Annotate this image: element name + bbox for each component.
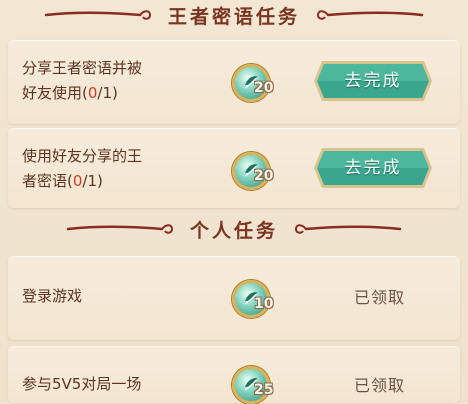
task-description: 使用好友分享的王 者密语(0/1) (22, 144, 142, 194)
progress-count: 0 (72, 172, 83, 190)
task-card: 分享王者密语并被 好友使用(0/1) 20 去完成 (8, 40, 460, 124)
go-complete-button[interactable]: 去完成 (312, 146, 434, 190)
task-label: 参与5V5对局一场 (22, 375, 142, 393)
reward-amount: 25 (254, 382, 274, 398)
task-line: 好友使用(0/1) (22, 84, 118, 102)
task-card: 使用好友分享的王 者密语(0/1) 20 去完成 (8, 128, 460, 208)
claimed-status: 已领取 (354, 288, 406, 307)
ornament-right-icon (316, 10, 424, 20)
section-header-secret: 王者密语任务 (0, 0, 468, 30)
reward-coin: 20 (232, 62, 282, 102)
section-title-secret: 王者密语任务 (167, 5, 300, 28)
task-card: 登录游戏 10 已领取 (8, 256, 460, 340)
task-card: 参与5V5对局一场 25 已领取 (8, 346, 460, 404)
ornament-right-icon (294, 224, 402, 234)
reward-coin: 25 (232, 364, 282, 404)
section-header-personal: 个人任务 (0, 214, 468, 244)
reward-amount: 20 (254, 80, 274, 96)
task-line: 分享王者密语并被 (22, 59, 143, 77)
task-description: 分享王者密语并被 好友使用(0/1) (22, 56, 142, 106)
reward-amount: 10 (254, 296, 274, 312)
go-complete-button[interactable]: 去完成 (312, 59, 434, 103)
go-complete-label: 去完成 (344, 158, 402, 178)
section-title-personal: 个人任务 (189, 219, 278, 242)
reward-coin: 20 (232, 150, 282, 190)
reward-amount: 20 (254, 168, 274, 184)
ornament-left-icon (66, 224, 173, 234)
task-line: 使用好友分享的王 (22, 147, 143, 165)
task-label: 登录游戏 (22, 287, 83, 305)
go-complete-label: 去完成 (344, 71, 402, 91)
reward-coin: 10 (232, 278, 282, 318)
ornament-left-icon (44, 10, 151, 20)
task-line: 者密语(0/1) (22, 172, 103, 190)
claimed-status: 已领取 (354, 376, 406, 395)
progress-count: 0 (87, 84, 98, 102)
